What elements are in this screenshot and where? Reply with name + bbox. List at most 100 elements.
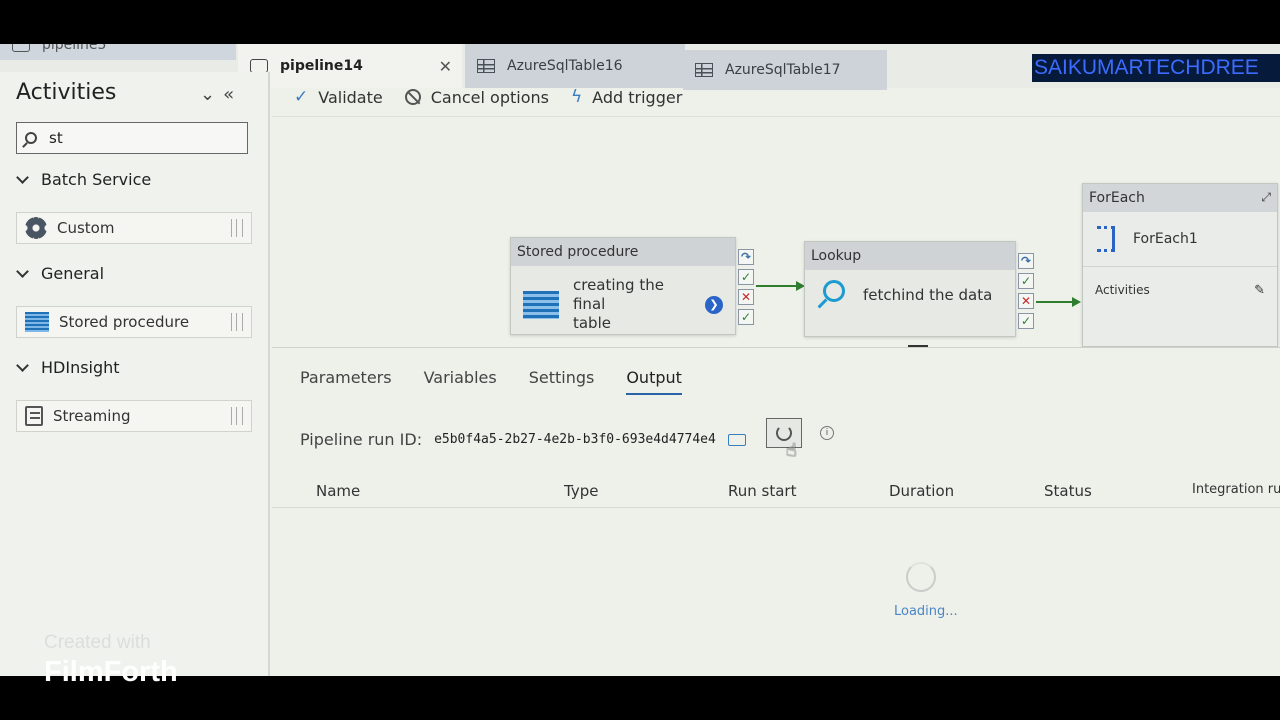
cursor-hand-icon: ☝ [786,440,797,461]
activity-item-streaming[interactable]: Streaming [16,400,252,432]
activities-title: Activities [16,80,117,105]
failure-output-icon[interactable]: ✕ [1018,293,1034,309]
lookup-icon [817,280,847,310]
streaming-icon [25,406,43,426]
section-hdinsight[interactable]: HDInsight [16,358,120,377]
activity-name-line2: table [572,314,611,332]
pipeline-icon [250,59,268,73]
activity-header: ForEach [1083,184,1277,212]
validate-button[interactable]: ✓ Validate [294,87,383,107]
output-table-header: Name Type Run start Duration Status Inte… [272,472,1280,508]
expand-icon[interactable]: ⤢ [1261,190,1271,205]
table-icon [477,59,495,73]
activities-panel: Activities ⌄« st Batch Service Custom Ge… [0,72,270,676]
gear-icon [25,217,47,239]
properties-tabs: Parameters Variables Settings Output [300,368,714,395]
column-type[interactable]: Type [564,482,598,500]
tab-pipeline5[interactable]: pipeline5 [0,44,236,60]
double-chevron-left-icon[interactable]: « [223,84,242,105]
copy-icon[interactable] [727,433,746,446]
cancel-label: Cancel options [430,87,549,107]
pipeline-toolbar: ✓ Validate Cancel options ϟ Add trigger [272,80,682,114]
watermark-line1: Created with [44,632,151,653]
tab-settings[interactable]: Settings [529,368,595,395]
lookup-outputs: ↷ ✓ ✕ ✓ [1018,253,1036,333]
tab-label: AzureSqlTable16 [507,58,623,74]
pipeline-canvas[interactable]: Stored procedure creating the final tabl… [272,116,1280,348]
column-duration[interactable]: Duration [889,482,954,500]
info-icon[interactable]: i [820,426,834,440]
tab-variables[interactable]: Variables [424,368,497,395]
activity-item-custom[interactable]: Custom [16,212,252,244]
activity-name: fetchind the data [863,286,993,304]
loading-spinner [906,562,936,592]
pipeline-run-id: Pipeline run ID: e5b0f4a5-2b27-4e2b-b3f0… [300,430,746,449]
close-icon[interactable]: ✕ [439,57,452,76]
activity-name-line1: creating the final [572,276,664,313]
properties-panel: Parameters Variables Settings Output Pip… [272,347,1280,676]
search-icon [25,132,37,144]
completion-output-icon[interactable]: ✓ [1018,313,1034,329]
lightning-icon: ϟ [570,87,583,107]
refresh-icon [776,425,792,441]
activity-name: ForEach1 [1133,231,1198,247]
chevron-down-icon [16,264,29,278]
stored-procedure-icon [25,312,49,332]
drag-handle-icon[interactable] [231,313,243,331]
stored-procedure-icon [523,290,559,319]
filmforth-watermark: Created with FilmForth [44,632,178,689]
adf-screen: pipeline5 pipeline14 ✕ AzureSqlTable16 A… [0,44,1280,676]
tab-label: AzureSqlTable17 [725,62,841,78]
column-name[interactable]: Name [316,482,360,500]
skip-output-icon[interactable]: ↷ [1018,253,1034,269]
collapse-all-icon[interactable]: ⌄ [200,84,223,105]
tab-azuresqltable17[interactable]: AzureSqlTable17 [683,50,887,90]
section-general[interactable]: General [16,264,105,283]
lookup-activity[interactable]: Lookup fetchind the data [804,241,1016,337]
section-label: HDInsight [41,358,120,377]
stored-procedure-outputs: ↷ ✓ ✕ ✓ [738,249,756,329]
checkmark-icon: ✓ [294,87,309,107]
completion-output-icon[interactable]: ✓ [738,309,754,325]
column-integration-runtime[interactable]: Integration ru [1192,482,1280,497]
stored-procedure-activity[interactable]: Stored procedure creating the final tabl… [510,237,736,335]
foreach-icon [1097,226,1115,252]
activity-header: Lookup [805,242,1015,270]
edit-pencil-icon[interactable]: ✎ [1254,283,1265,298]
tab-label: pipeline14 [280,58,363,74]
channel-watermark: SAIKUMARTECHDREE [1032,54,1280,82]
drag-handle-icon[interactable] [231,407,243,425]
column-status[interactable]: Status [1044,482,1092,500]
skip-output-icon[interactable]: ↷ [738,249,754,265]
chevron-down-icon [16,170,29,184]
section-label: General [41,264,105,283]
chevron-down-icon [16,358,29,372]
section-batch-service[interactable]: Batch Service [16,170,152,189]
inner-activities-label: Activities [1095,283,1150,297]
add-trigger-label: Add trigger [592,87,683,107]
validate-label: Validate [318,87,383,107]
failure-output-icon[interactable]: ✕ [738,289,754,305]
activity-label: Stored procedure [59,313,190,331]
table-icon [695,63,713,77]
foreach-activity[interactable]: ForEach ⤢ ForEach1 Activities ✎ [1082,183,1278,347]
run-id-value: e5b0f4a5-2b27-4e2b-b3f0-693e4d4774e4 [434,432,716,447]
search-value: st [49,129,63,147]
add-trigger-button[interactable]: ϟ Add trigger [571,87,682,107]
cancel-icon [404,89,421,105]
pipeline-icon [12,44,30,52]
activity-item-stored-procedure[interactable]: Stored procedure [16,306,252,338]
column-run-start[interactable]: Run start [728,482,796,500]
tab-output[interactable]: Output [626,368,682,395]
watermark-line2: FilmForth [44,656,178,688]
section-label: Batch Service [41,170,152,189]
tab-label: pipeline5 [42,44,107,53]
drag-handle-icon[interactable] [231,219,243,237]
go-arrow-icon[interactable]: ❯ [705,295,723,314]
tab-parameters[interactable]: Parameters [300,368,392,395]
collapse-icons[interactable]: ⌄« [200,84,242,105]
cancel-options-button[interactable]: Cancel options [404,87,549,107]
success-output-icon[interactable]: ✓ [738,269,754,285]
success-output-icon[interactable]: ✓ [1018,273,1034,289]
search-input[interactable]: st [16,122,248,154]
